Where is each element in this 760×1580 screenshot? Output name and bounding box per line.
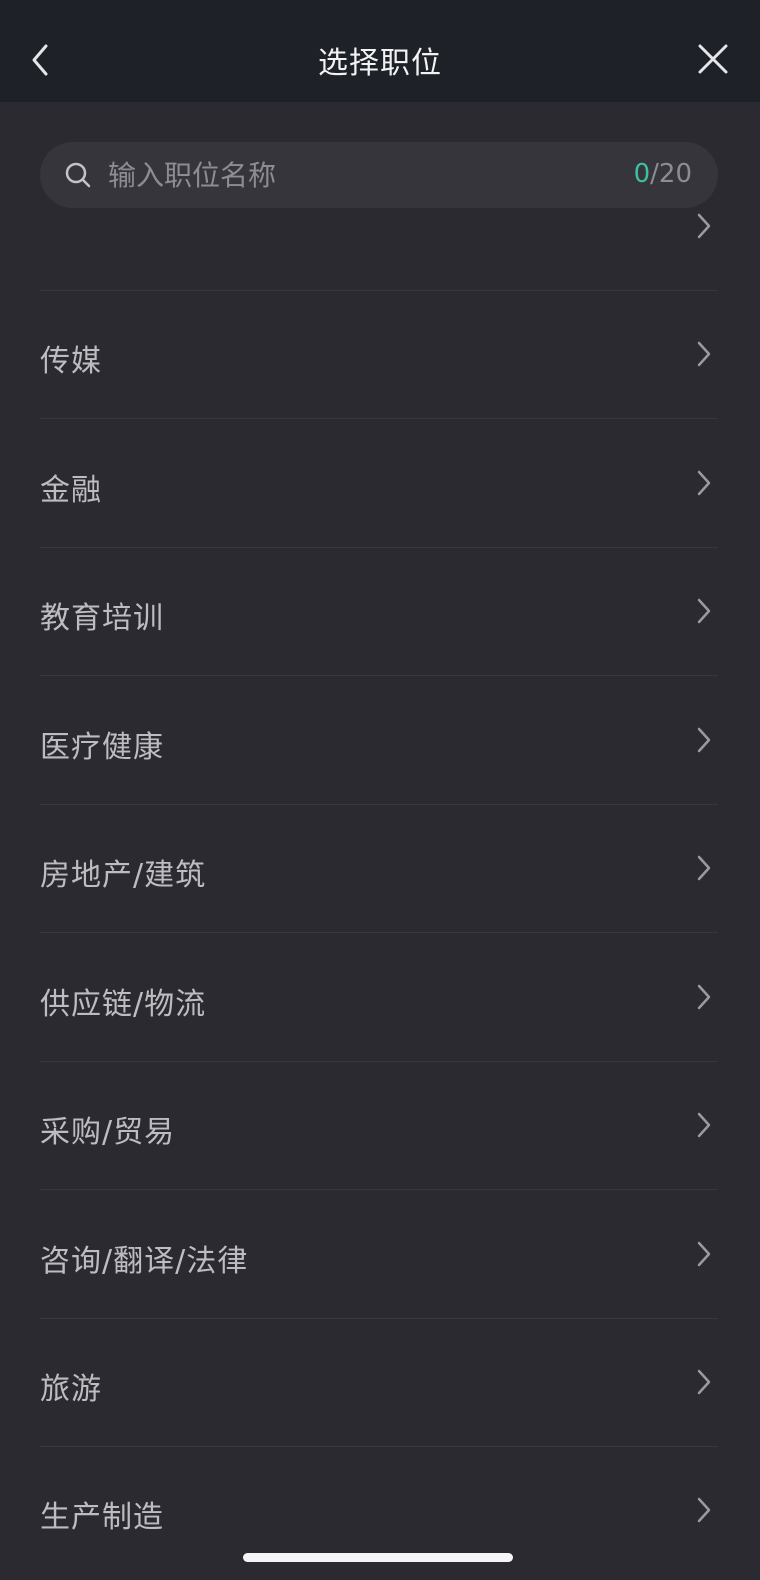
list-item[interactable]: 教育培训	[40, 547, 718, 676]
list-item[interactable]: 传媒	[40, 290, 718, 419]
chevron-right-icon	[697, 1241, 711, 1267]
chevron-right-icon	[697, 1112, 711, 1138]
chevron-right-icon	[697, 341, 711, 367]
chevron-right-icon	[697, 855, 711, 881]
list-item-label: 采购/贸易	[40, 1115, 176, 1150]
list-item[interactable]: 采购/贸易	[40, 1061, 718, 1190]
chevron-right-icon	[697, 727, 711, 753]
chevron-right-icon	[697, 213, 711, 239]
list-item[interactable]: 供应链/物流	[40, 933, 718, 1062]
list-item[interactable]: 旅游	[40, 1318, 718, 1447]
content-area: 传媒 金融 教育培训 医疗健康 房地产/建筑 供应链/物流 采购/贸易 咨询/翻…	[0, 102, 760, 1580]
list-item-label: 传媒	[40, 344, 102, 379]
list-item[interactable]: 房地产/建筑	[40, 804, 718, 933]
list-item[interactable]: 金融	[40, 419, 718, 548]
list-item[interactable]: 咨询/翻译/法律	[40, 1190, 718, 1319]
close-icon	[698, 44, 728, 74]
search-container: 0/20	[0, 102, 760, 208]
chevron-right-icon	[697, 1369, 711, 1395]
char-counter-max: /20	[650, 159, 692, 189]
char-counter-current: 0	[633, 159, 651, 189]
search-box[interactable]: 0/20	[40, 142, 718, 208]
search-icon	[65, 162, 91, 188]
chevron-right-icon	[697, 598, 711, 624]
list-item-label: 咨询/翻译/法律	[40, 1244, 249, 1279]
close-button[interactable]	[694, 40, 732, 78]
list-item-label: 供应链/物流	[40, 987, 207, 1022]
list-item-label: 房地产/建筑	[40, 858, 207, 893]
chevron-right-icon	[697, 984, 711, 1010]
list-item-label: 医疗健康	[40, 730, 164, 765]
search-input[interactable]	[108, 142, 588, 208]
list-item-label: 金融	[40, 473, 102, 508]
list-item-label: 生产制造	[40, 1500, 164, 1535]
home-indicator	[243, 1553, 513, 1562]
chevron-right-icon	[697, 470, 711, 496]
list-item-label: 旅游	[40, 1372, 102, 1407]
char-counter: 0/20	[634, 159, 692, 189]
list-item-label: 教育培训	[40, 601, 164, 636]
chevron-right-icon	[697, 1497, 711, 1523]
page-title: 选择职位	[318, 46, 442, 81]
nav-bar: 选择职位	[0, 0, 760, 102]
list-item[interactable]: 医疗健康	[40, 676, 718, 805]
